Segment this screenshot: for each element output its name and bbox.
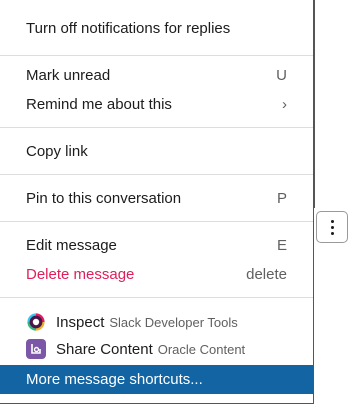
turn-off-notifications-label: Turn off notifications for replies (26, 19, 231, 37)
share-content-app-source: Oracle Content (157, 341, 246, 357)
delete-message-label: Delete message (26, 265, 135, 283)
chevron-right-icon: › (282, 95, 287, 113)
mark-unread-label: Mark unread (26, 66, 111, 84)
pin-shortcut: P (276, 189, 287, 207)
remind-me-label: Remind me about this (26, 95, 172, 113)
more-message-shortcuts-item[interactable]: More message shortcuts... (0, 365, 313, 394)
inspect-app-name: Inspect (56, 313, 105, 331)
edit-message-label: Edit message (26, 236, 117, 254)
turn-off-notifications-item[interactable]: Turn off notifications for replies (0, 14, 313, 42)
gear-icon (26, 312, 46, 332)
share-content-icon (26, 339, 46, 359)
pin-conversation-item[interactable]: Pin to this conversation P (0, 184, 313, 212)
copy-link-item[interactable]: Copy link (0, 137, 313, 165)
menu-divider (0, 297, 313, 298)
remind-me-item[interactable]: Remind me about this › (0, 90, 313, 118)
message-actions-menu: Turn off notifications for replies Mark … (0, 0, 314, 404)
more-message-shortcuts-label: More message shortcuts... (26, 371, 203, 388)
delete-message-item[interactable]: Delete message delete (0, 260, 313, 288)
share-content-app-item[interactable]: Share Content Oracle Content (0, 336, 313, 362)
inspect-app-source: Slack Developer Tools (109, 314, 238, 330)
menu-divider (0, 55, 313, 56)
menu-divider (0, 174, 313, 175)
kebab-dot-icon (330, 231, 334, 235)
copy-link-label: Copy link (26, 142, 88, 160)
inspect-app-item[interactable]: Inspect Slack Developer Tools (0, 309, 313, 335)
delete-shortcut: delete (246, 265, 287, 283)
pin-conversation-label: Pin to this conversation (26, 189, 182, 207)
menu-divider (0, 221, 313, 222)
mark-unread-shortcut: U (276, 66, 287, 84)
menu-border (314, 0, 315, 208)
kebab-dot-icon (330, 219, 334, 223)
more-actions-button[interactable] (316, 211, 348, 243)
mark-unread-item[interactable]: Mark unread U (0, 61, 313, 89)
share-content-app-name: Share Content (56, 340, 153, 358)
edit-shortcut: E (276, 236, 287, 254)
menu-divider (0, 127, 313, 128)
edit-message-item[interactable]: Edit message E (0, 231, 313, 259)
kebab-dot-icon (330, 225, 334, 229)
